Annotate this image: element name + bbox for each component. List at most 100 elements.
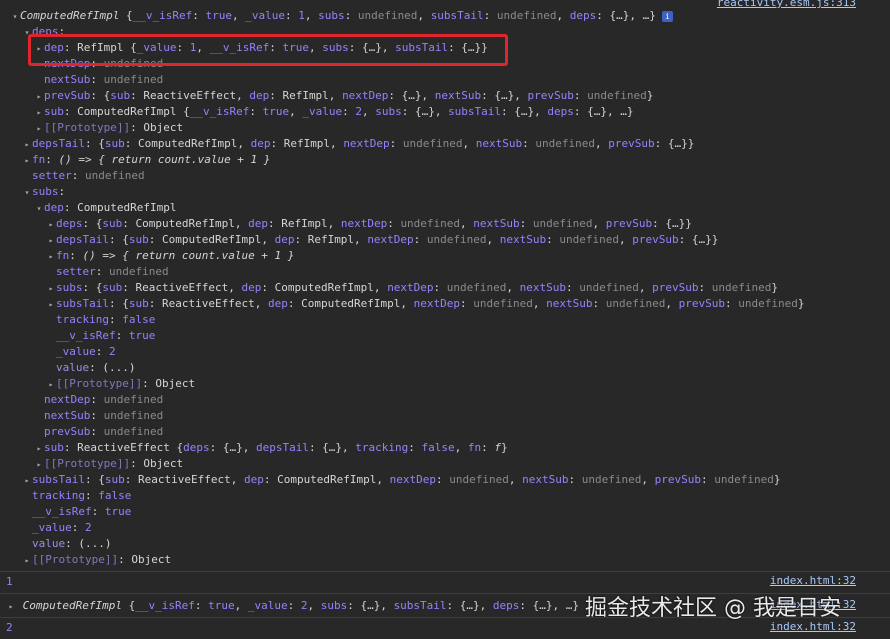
tree-row[interactable]: ▸ subsTail: {sub: ReactiveEffect, dep: Co… <box>22 472 781 489</box>
property-key: nextSub <box>475 137 523 150</box>
tree-row[interactable]: ▸ sub: ComputedRefImpl {__v_isRef: true, … <box>34 104 634 120</box>
property-key: prevSub <box>44 425 91 438</box>
property-value: : { <box>90 89 111 102</box>
tree-row[interactable]: ▸ [[Prototype]]: Object <box>46 376 196 393</box>
expand-caret-icon[interactable]: ▸ <box>34 441 44 457</box>
collapse-caret-icon[interactable]: ▾ <box>10 9 20 25</box>
property-value: : {…}, <box>308 441 356 454</box>
property-key: setter <box>56 265 96 278</box>
property-value: undefined <box>496 9 557 22</box>
property-key: dep <box>274 233 295 246</box>
info-icon[interactable]: i <box>661 10 673 22</box>
property-value: undefined <box>109 265 169 278</box>
tree-row[interactable]: ▸ depsTail: {sub: ComputedRefImpl, dep: R… <box>22 136 695 153</box>
property-value: : <box>45 153 59 166</box>
tree-row[interactable]: ▸ [[Prototype]]: Object <box>22 552 172 569</box>
expand-caret-icon[interactable]: ▸ <box>22 153 32 169</box>
property-value: undefined <box>587 89 647 102</box>
property-value: : <box>84 489 99 502</box>
tree-row[interactable]: ▸ fn: () => { return count.value + 1 } <box>22 152 271 169</box>
tree-row[interactable]: ▾ ComputedRefImpl {__v_isRef: true, _valu… <box>10 8 673 24</box>
tree-row[interactable]: ▸ fn: () => { return count.value + 1 } <box>46 248 295 265</box>
tree-row: __v_isRef: true <box>22 504 131 520</box>
property-value: : <box>408 441 422 454</box>
property-key: _value <box>245 9 285 22</box>
tree-row[interactable]: ▸ [[Prototype]]: Object <box>34 120 184 137</box>
property-key: sub <box>128 233 149 246</box>
property-value: : {…}, <box>446 599 493 612</box>
property-key: sub <box>104 137 125 150</box>
property-key: subsTail <box>393 599 447 612</box>
log-entry-3: 2 <box>6 620 13 636</box>
tree-row[interactable]: ▸ depsTail: {sub: ComputedRefImpl, dep: R… <box>46 232 719 249</box>
property-value: : ReactiveEffect, <box>122 281 242 294</box>
property-value: , <box>665 297 679 310</box>
property-key: dep <box>241 281 262 294</box>
property-key: nextSub <box>519 281 567 294</box>
property-value: , <box>304 9 319 22</box>
source-link-reactivity[interactable]: reactivity.esm.js:313 <box>717 0 856 9</box>
tree-row[interactable]: ▸ subsTail: {sub: ReactiveEffect, dep: Co… <box>46 296 805 313</box>
log-entry-2[interactable]: ▸ ComputedRefImpl {__v_isRef: true, _val… <box>6 598 579 614</box>
log-value-1: 1 <box>6 575 13 588</box>
tree-row[interactable]: ▸ sub: ReactiveEffect {deps: {…}, depsTai… <box>34 440 508 456</box>
expand-caret-icon[interactable]: ▸ <box>34 105 44 121</box>
tree-row: value: (...) <box>22 536 111 552</box>
property-value: : ComputedRefImpl, <box>263 473 390 486</box>
expand-caret-icon[interactable]: ▸ <box>46 217 56 233</box>
log-entry-1: 1 <box>6 574 13 590</box>
property-key: __v_isRef <box>132 9 193 22</box>
property-key: nextDep <box>413 297 461 310</box>
expand-caret-icon[interactable]: ▸ <box>34 121 44 137</box>
expand-caret-icon[interactable]: ▸ <box>46 233 56 249</box>
tree-row[interactable]: ▾ dep: ComputedRefImpl <box>34 200 177 217</box>
property-value: : ComputedRefImpl, <box>122 217 249 230</box>
tree-row[interactable]: ▸ subs: {sub: ReactiveEffect, dep: Comput… <box>46 280 778 296</box>
tree-row[interactable]: ▸ [[Prototype]]: Object <box>34 456 184 473</box>
property-value: : <box>522 137 536 150</box>
tree-row[interactable]: ▸ prevSub: {sub: ReactiveEffect, dep: Ref… <box>34 88 654 105</box>
property-key: depsTail <box>32 137 85 150</box>
property-value: , <box>307 599 321 612</box>
expand-caret-icon[interactable]: ▸ <box>46 281 56 297</box>
tree-row[interactable]: ▸ deps: {sub: ComputedRefImpl, dep: RefIm… <box>46 216 692 232</box>
property-key: dep <box>243 473 264 486</box>
property-value: undefined <box>85 169 145 182</box>
property-value: undefined <box>535 137 595 150</box>
expand-caret-icon[interactable]: ▸ <box>34 457 44 473</box>
property-value: : <box>287 599 301 612</box>
tree-row: setter: undefined <box>22 168 145 184</box>
property-key: prevSub <box>652 281 699 294</box>
property-value: undefined <box>357 9 418 22</box>
property-key: deps <box>183 441 210 454</box>
collapse-caret-icon[interactable]: ▾ <box>22 185 32 201</box>
property-value: 2 <box>109 345 116 358</box>
property-value: : <box>90 73 104 86</box>
property-value: : <box>108 313 123 326</box>
property-value: , <box>595 137 609 150</box>
property-value: : <box>573 89 588 102</box>
property-value: : <box>413 233 427 246</box>
collapse-caret-icon[interactable]: ▾ <box>34 201 44 217</box>
property-key: __v_isRef <box>135 599 195 612</box>
expand-caret-icon[interactable]: ▸ <box>46 377 56 393</box>
expand-caret-icon[interactable]: ▸ <box>46 249 56 265</box>
property-key: depsTail <box>56 233 109 246</box>
property-key: subsTail <box>448 105 502 118</box>
property-key: sub <box>44 105 64 118</box>
expand-caret-icon[interactable]: ▸ <box>22 473 32 489</box>
tree-row[interactable]: ▾ subs: <box>22 184 66 201</box>
expand-caret-icon[interactable]: ▸ <box>46 297 56 313</box>
property-value: } <box>501 441 508 454</box>
source-link-log-1[interactable]: index.html:32 <box>770 574 856 587</box>
expand-caret-icon[interactable]: ▸ <box>22 553 32 569</box>
tree-row: nextSub: undefined <box>34 72 163 88</box>
property-key: prevSub <box>654 473 701 486</box>
expand-caret-icon[interactable]: ▸ <box>22 137 32 153</box>
property-value: : <box>90 425 104 438</box>
property-key: __v_isRef <box>56 329 116 342</box>
expand-caret-icon[interactable]: ▸ <box>6 599 16 615</box>
property-key: _value <box>32 521 72 534</box>
expand-caret-icon[interactable]: ▸ <box>34 89 44 105</box>
property-value: : ComputedRefImpl, <box>261 281 388 294</box>
